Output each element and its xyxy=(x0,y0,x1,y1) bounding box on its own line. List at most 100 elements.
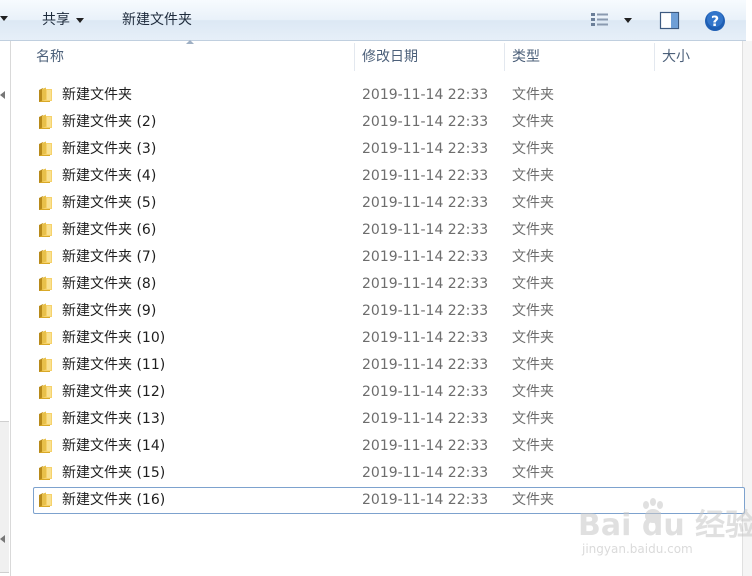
file-row[interactable]: 新建文件夹 (6) 2019-11-14 22:33 文件夹 xyxy=(33,217,745,244)
column-header-size[interactable]: 大小 xyxy=(656,41,742,73)
file-type: 文件夹 xyxy=(512,357,554,373)
folder-icon-graphic xyxy=(39,384,52,399)
file-name: 新建文件夹 (3) xyxy=(62,141,157,157)
file-modified-date: 2019-11-14 22:33 xyxy=(362,222,489,238)
file-type: 文件夹 xyxy=(512,114,554,130)
file-row[interactable]: 新建文件夹 (11) 2019-11-14 22:33 文件夹 xyxy=(33,352,745,379)
column-header-modified-label: 修改日期 xyxy=(362,49,418,65)
folder-icon xyxy=(38,113,56,131)
file-type: 文件夹 xyxy=(512,87,554,103)
file-modified-date: 2019-11-14 22:33 xyxy=(362,141,489,157)
file-type: 文件夹 xyxy=(512,492,554,508)
file-type: 文件夹 xyxy=(512,222,554,238)
folder-icon xyxy=(38,356,56,374)
file-row[interactable]: 新建文件夹 (7) 2019-11-14 22:33 文件夹 xyxy=(33,244,745,271)
preview-pane-button[interactable] xyxy=(658,10,682,32)
file-type: 文件夹 xyxy=(512,411,554,427)
file-name: 新建文件夹 xyxy=(62,87,132,103)
file-name: 新建文件夹 (5) xyxy=(62,195,157,211)
file-name: 新建文件夹 (8) xyxy=(62,276,157,292)
folder-icon-graphic xyxy=(39,438,52,453)
file-name: 新建文件夹 (2) xyxy=(62,114,157,130)
folder-icon xyxy=(38,437,56,455)
column-divider[interactable] xyxy=(504,43,505,71)
share-button-label: 共享 xyxy=(42,12,70,28)
file-row[interactable]: 新建文件夹 (15) 2019-11-14 22:33 文件夹 xyxy=(33,460,745,487)
file-row[interactable]: 新建文件夹 (3) 2019-11-14 22:33 文件夹 xyxy=(33,136,745,163)
navigation-pane-scrollbar[interactable] xyxy=(0,421,9,573)
navigation-pane-edge xyxy=(0,41,11,576)
file-modified-date: 2019-11-14 22:33 xyxy=(362,276,489,292)
column-header-name[interactable]: 名称 xyxy=(30,41,354,73)
folder-icon xyxy=(38,410,56,428)
folder-icon-graphic xyxy=(39,114,52,129)
organize-dropdown-arrow-icon[interactable] xyxy=(0,16,8,21)
svg-text:?: ? xyxy=(711,14,719,30)
change-view-button[interactable] xyxy=(588,10,636,30)
file-name: 新建文件夹 (7) xyxy=(62,249,157,265)
folder-icon-graphic xyxy=(39,87,52,102)
file-row[interactable]: 新建文件夹 (10) 2019-11-14 22:33 文件夹 xyxy=(33,325,745,352)
new-folder-button-label: 新建文件夹 xyxy=(122,12,192,28)
file-type: 文件夹 xyxy=(512,168,554,184)
column-header-type-label: 类型 xyxy=(512,49,540,65)
file-row[interactable]: 新建文件夹 (4) 2019-11-14 22:33 文件夹 xyxy=(33,163,745,190)
folder-icon xyxy=(38,329,56,347)
file-modified-date: 2019-11-14 22:33 xyxy=(362,303,489,319)
file-row[interactable]: 新建文件夹 (5) 2019-11-14 22:33 文件夹 xyxy=(33,190,745,217)
file-modified-date: 2019-11-14 22:33 xyxy=(362,357,489,373)
baidu-jingyan-watermark: Bai du 经验 jingyan.baidu.com xyxy=(572,496,752,564)
column-header-type[interactable]: 类型 xyxy=(506,41,654,73)
folder-icon-graphic xyxy=(39,492,52,507)
folder-icon-graphic xyxy=(39,465,52,480)
view-list-icon xyxy=(591,13,608,26)
folder-icon-graphic xyxy=(39,411,52,426)
folder-icon-graphic xyxy=(39,303,52,318)
file-name: 新建文件夹 (10) xyxy=(62,330,166,346)
file-row[interactable]: 新建文件夹 (14) 2019-11-14 22:33 文件夹 xyxy=(33,433,745,460)
folder-icon xyxy=(38,167,56,185)
new-folder-button[interactable]: 新建文件夹 xyxy=(122,8,192,32)
folder-icon-graphic xyxy=(39,195,52,210)
file-modified-date: 2019-11-14 22:33 xyxy=(362,330,489,346)
file-modified-date: 2019-11-14 22:33 xyxy=(362,168,489,184)
help-button[interactable]: ? xyxy=(704,10,726,32)
column-divider[interactable] xyxy=(354,43,355,71)
file-row[interactable]: 新建文件夹 (8) 2019-11-14 22:33 文件夹 xyxy=(33,271,745,298)
folder-icon xyxy=(38,275,56,293)
file-type: 文件夹 xyxy=(512,438,554,454)
file-list: 新建文件夹 2019-11-14 22:33 文件夹 新建文件夹 (2) 2019-11… xyxy=(33,82,745,514)
folder-icon xyxy=(38,491,56,509)
file-modified-date: 2019-11-14 22:33 xyxy=(362,384,489,400)
file-type: 文件夹 xyxy=(512,303,554,319)
file-row[interactable]: 新建文件夹 (9) 2019-11-14 22:33 文件夹 xyxy=(33,298,745,325)
folder-icon xyxy=(38,86,56,104)
file-type: 文件夹 xyxy=(512,195,554,211)
file-row[interactable]: 新建文件夹 (12) 2019-11-14 22:33 文件夹 xyxy=(33,379,745,406)
column-divider[interactable] xyxy=(654,43,655,71)
folder-icon-graphic xyxy=(39,222,52,237)
command-bar: 共享 新建文件夹 ? xyxy=(0,0,746,41)
file-modified-date: 2019-11-14 22:33 xyxy=(362,465,489,481)
column-header-size-label: 大小 xyxy=(662,49,690,65)
column-header-modified[interactable]: 修改日期 xyxy=(356,41,504,73)
file-type: 文件夹 xyxy=(512,465,554,481)
folder-icon-graphic xyxy=(39,141,52,156)
share-button[interactable]: 共享 xyxy=(42,8,84,32)
file-modified-date: 2019-11-14 22:33 xyxy=(362,492,489,508)
folder-icon xyxy=(38,302,56,320)
folder-icon xyxy=(38,221,56,239)
file-name: 新建文件夹 (6) xyxy=(62,222,157,238)
collapse-arrow-icon[interactable] xyxy=(0,91,5,99)
folder-icon-graphic xyxy=(39,249,52,264)
file-type: 文件夹 xyxy=(512,276,554,292)
expand-arrow-icon[interactable] xyxy=(0,535,5,543)
folder-icon-graphic xyxy=(39,276,52,291)
file-row[interactable]: 新建文件夹 (2) 2019-11-14 22:33 文件夹 xyxy=(33,109,745,136)
help-icon: ? xyxy=(705,11,725,31)
file-row[interactable]: 新建文件夹 2019-11-14 22:33 文件夹 xyxy=(33,82,745,109)
file-modified-date: 2019-11-14 22:33 xyxy=(362,411,489,427)
file-name: 新建文件夹 (4) xyxy=(62,168,157,184)
file-row[interactable]: 新建文件夹 (13) 2019-11-14 22:33 文件夹 xyxy=(33,406,745,433)
chevron-down-icon xyxy=(76,17,84,23)
